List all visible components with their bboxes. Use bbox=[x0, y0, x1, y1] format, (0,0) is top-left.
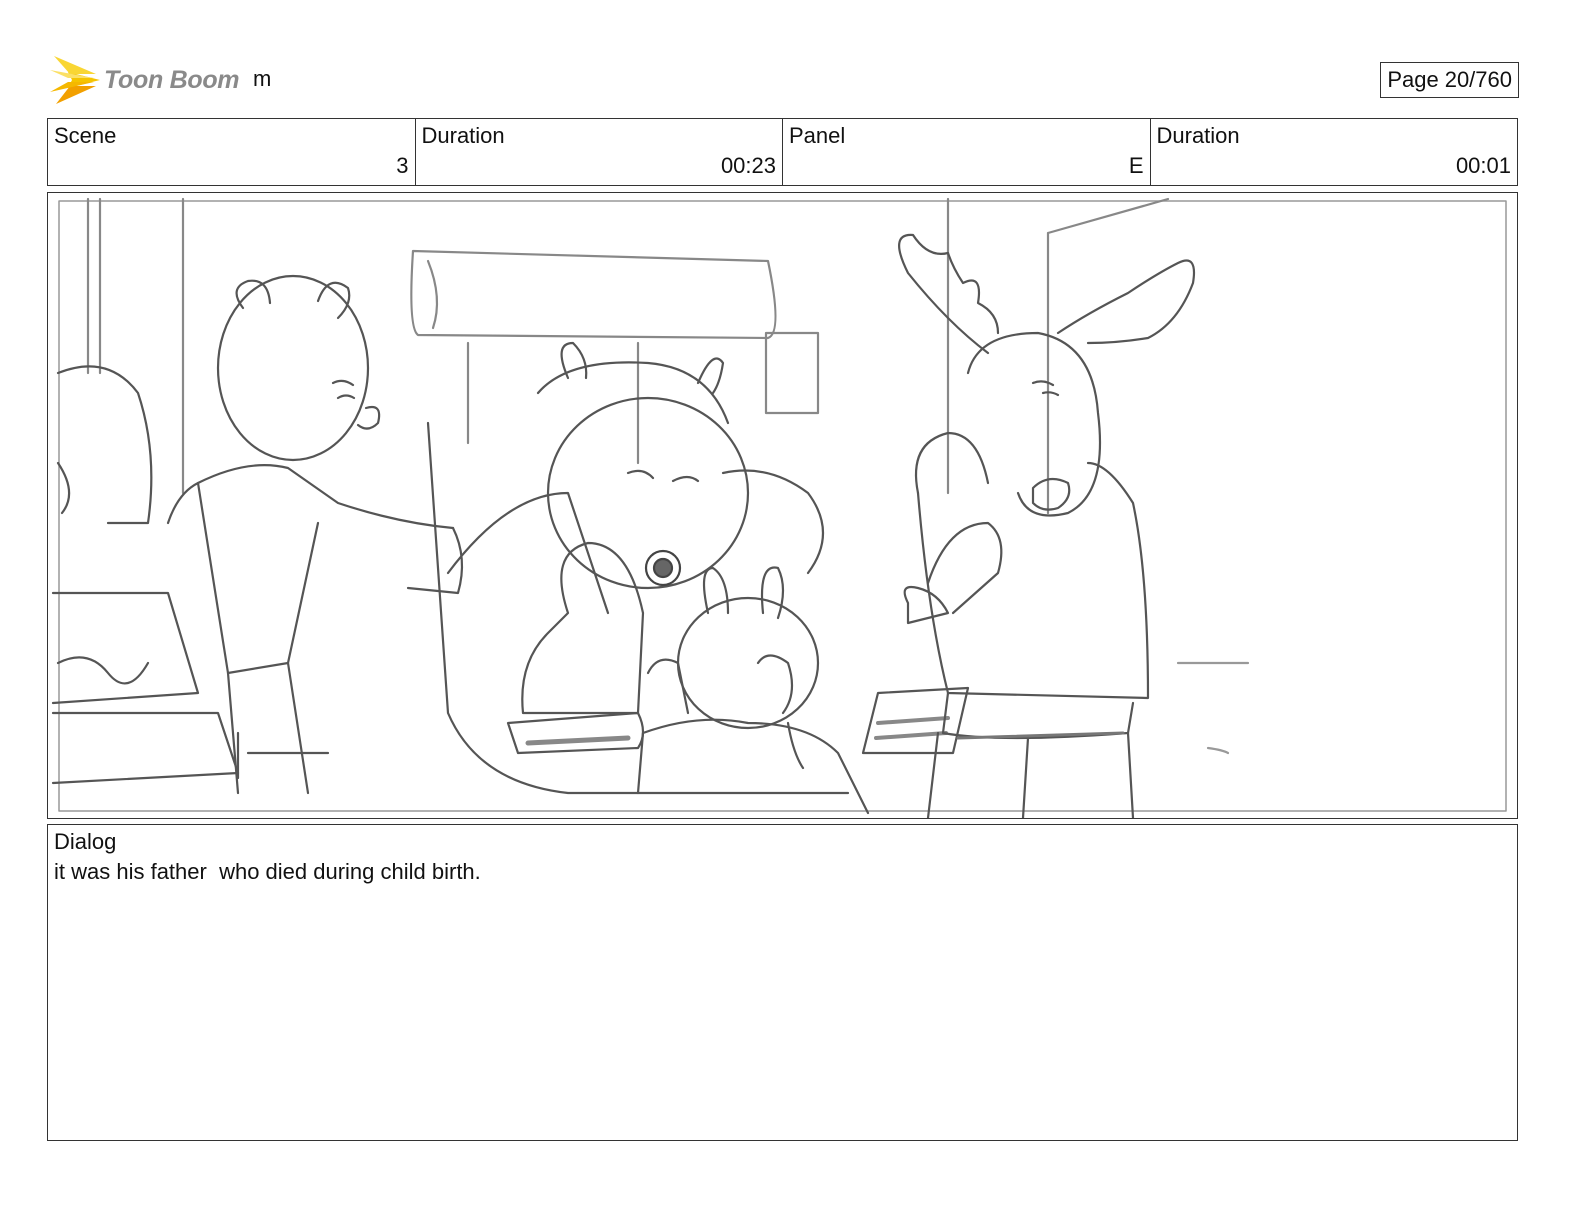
dialog-label: Dialog bbox=[54, 829, 117, 854]
page-label: Page bbox=[1387, 67, 1439, 92]
dialog-text: it was his father who died during child … bbox=[54, 859, 481, 884]
scene-duration-value: 00:23 bbox=[720, 153, 776, 178]
scene-cell: Scene 3 bbox=[48, 119, 416, 185]
panel-label: Panel bbox=[789, 123, 846, 148]
page-indicator: Page 20/760 bbox=[1380, 62, 1519, 98]
storyboard-sketch bbox=[51, 197, 1507, 818]
scene-duration-cell: Duration 00:23 bbox=[416, 119, 783, 185]
scene-label: Scene bbox=[54, 123, 117, 148]
scene-duration-label: Duration bbox=[421, 123, 505, 148]
dialog-box: Dialog it was his father who died during… bbox=[47, 824, 1518, 1141]
panel-info-table: Scene 3 Duration 00:23 Panel E Duration … bbox=[47, 118, 1518, 186]
scene-value: 3 bbox=[396, 153, 409, 178]
project-name: m bbox=[253, 66, 272, 91]
brand-name: Toon Boom bbox=[104, 65, 240, 94]
starburst-icon bbox=[50, 56, 100, 104]
toon-boom-logo: Toon Boom bbox=[50, 52, 240, 108]
panel-cell: Panel E bbox=[783, 119, 1151, 185]
panel-duration-cell: Duration 00:01 bbox=[1151, 119, 1518, 185]
page-number: 20/760 bbox=[1444, 67, 1512, 92]
panel-duration-value: 00:01 bbox=[1455, 153, 1511, 178]
storyboard-frame bbox=[47, 192, 1518, 819]
panel-value: E bbox=[1128, 153, 1144, 178]
panel-duration-label: Duration bbox=[1156, 123, 1240, 148]
